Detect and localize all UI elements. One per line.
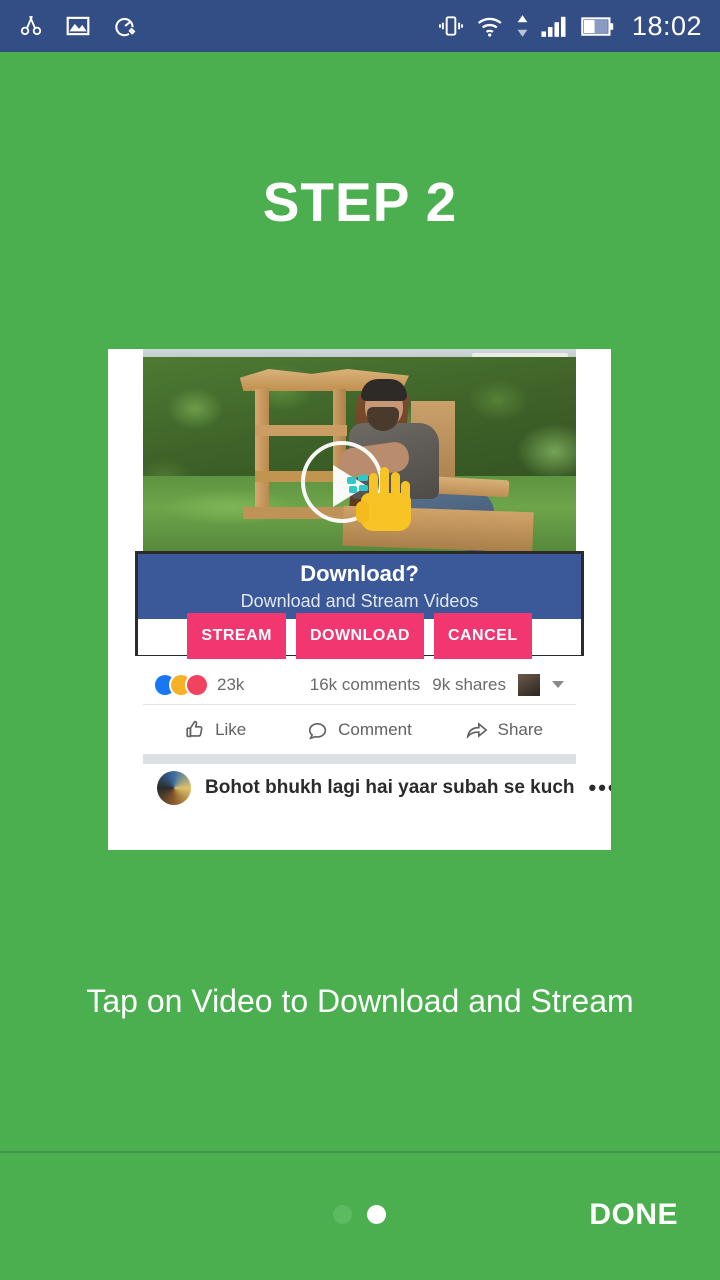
- next-post-menu-icon[interactable]: •••: [589, 775, 611, 801]
- like-action-button[interactable]: Like: [143, 719, 287, 741]
- love-reaction-icon: [187, 674, 207, 695]
- status-bar: 18:02: [0, 0, 720, 52]
- tutorial-screenshot-card: Download? Download and Stream Videos STR…: [108, 349, 611, 850]
- scissors-cut-icon: [18, 13, 44, 39]
- dialog-title: Download?: [300, 561, 419, 586]
- comment-count[interactable]: 16k comments: [310, 675, 421, 695]
- status-bar-clock: 18:02: [631, 10, 702, 41]
- signal-bars-icon: [540, 13, 570, 39]
- stream-button[interactable]: STREAM: [187, 612, 286, 659]
- reaction-count[interactable]: 23k: [217, 675, 244, 695]
- comment-action-label: Comment: [338, 719, 412, 739]
- tap-hand-icon: [356, 467, 413, 531]
- avatar: [518, 673, 540, 696]
- dialog-subtitle: Download and Stream Videos: [240, 591, 479, 611]
- vibrate-icon: [438, 13, 464, 39]
- post-action-bar: Like Comment Share: [143, 705, 576, 754]
- status-bar-right-icons: 18:02: [438, 11, 702, 42]
- page-dot-1[interactable]: [333, 1205, 352, 1224]
- share-action-label: Share: [497, 719, 543, 739]
- share-count[interactable]: 9k shares: [432, 675, 506, 695]
- hand-thumb: [356, 501, 369, 523]
- table-rail-upper: [255, 425, 347, 436]
- done-button[interactable]: DONE: [589, 1198, 678, 1232]
- dialog-header: Download? Download and Stream Videos: [138, 554, 581, 619]
- reaction-meta: 16k comments 9k shares: [310, 673, 564, 696]
- page-title: STEP 2: [262, 171, 458, 233]
- status-bar-left-icons: [18, 13, 138, 39]
- cancel-button[interactable]: CANCEL: [433, 612, 532, 659]
- dialog-button-row: STREAM DOWNLOAD CANCEL: [138, 612, 581, 659]
- wifi-icon: [475, 13, 505, 39]
- person-hair: [361, 379, 407, 401]
- next-post-text: Bohot bhukh lagi hai yaar subah se kuch: [205, 777, 575, 798]
- download-dialog: Download? Download and Stream Videos STR…: [135, 551, 584, 659]
- table-leg-left: [255, 389, 269, 519]
- speed-tune-icon: [112, 13, 138, 39]
- next-post-preview[interactable]: Bohot bhukh lagi hai yaar subah se kuch …: [143, 764, 611, 812]
- reactions-row: 23k 16k comments 9k shares: [143, 665, 576, 705]
- page-dot-2[interactable]: [367, 1205, 386, 1224]
- like-action-label: Like: [215, 719, 247, 739]
- tutorial-screen: 18:02 STEP 2 Download? Download and Stre…: [0, 0, 720, 1280]
- gallery-image-icon: [65, 13, 91, 39]
- video-thumbnail[interactable]: [143, 349, 576, 554]
- instruction-caption: Tap on Video to Download and Stream: [86, 983, 634, 1019]
- data-transfer-icon: [516, 13, 529, 39]
- chevron-down-icon[interactable]: [552, 681, 564, 688]
- download-button[interactable]: DOWNLOAD: [295, 612, 424, 659]
- share-action-button[interactable]: Share: [432, 719, 576, 741]
- post-separator: [143, 754, 576, 764]
- page-indicator-dots: [333, 1205, 386, 1224]
- battery-icon: [581, 13, 614, 39]
- comment-action-button[interactable]: Comment: [287, 719, 431, 741]
- next-post-avatar: [157, 771, 191, 805]
